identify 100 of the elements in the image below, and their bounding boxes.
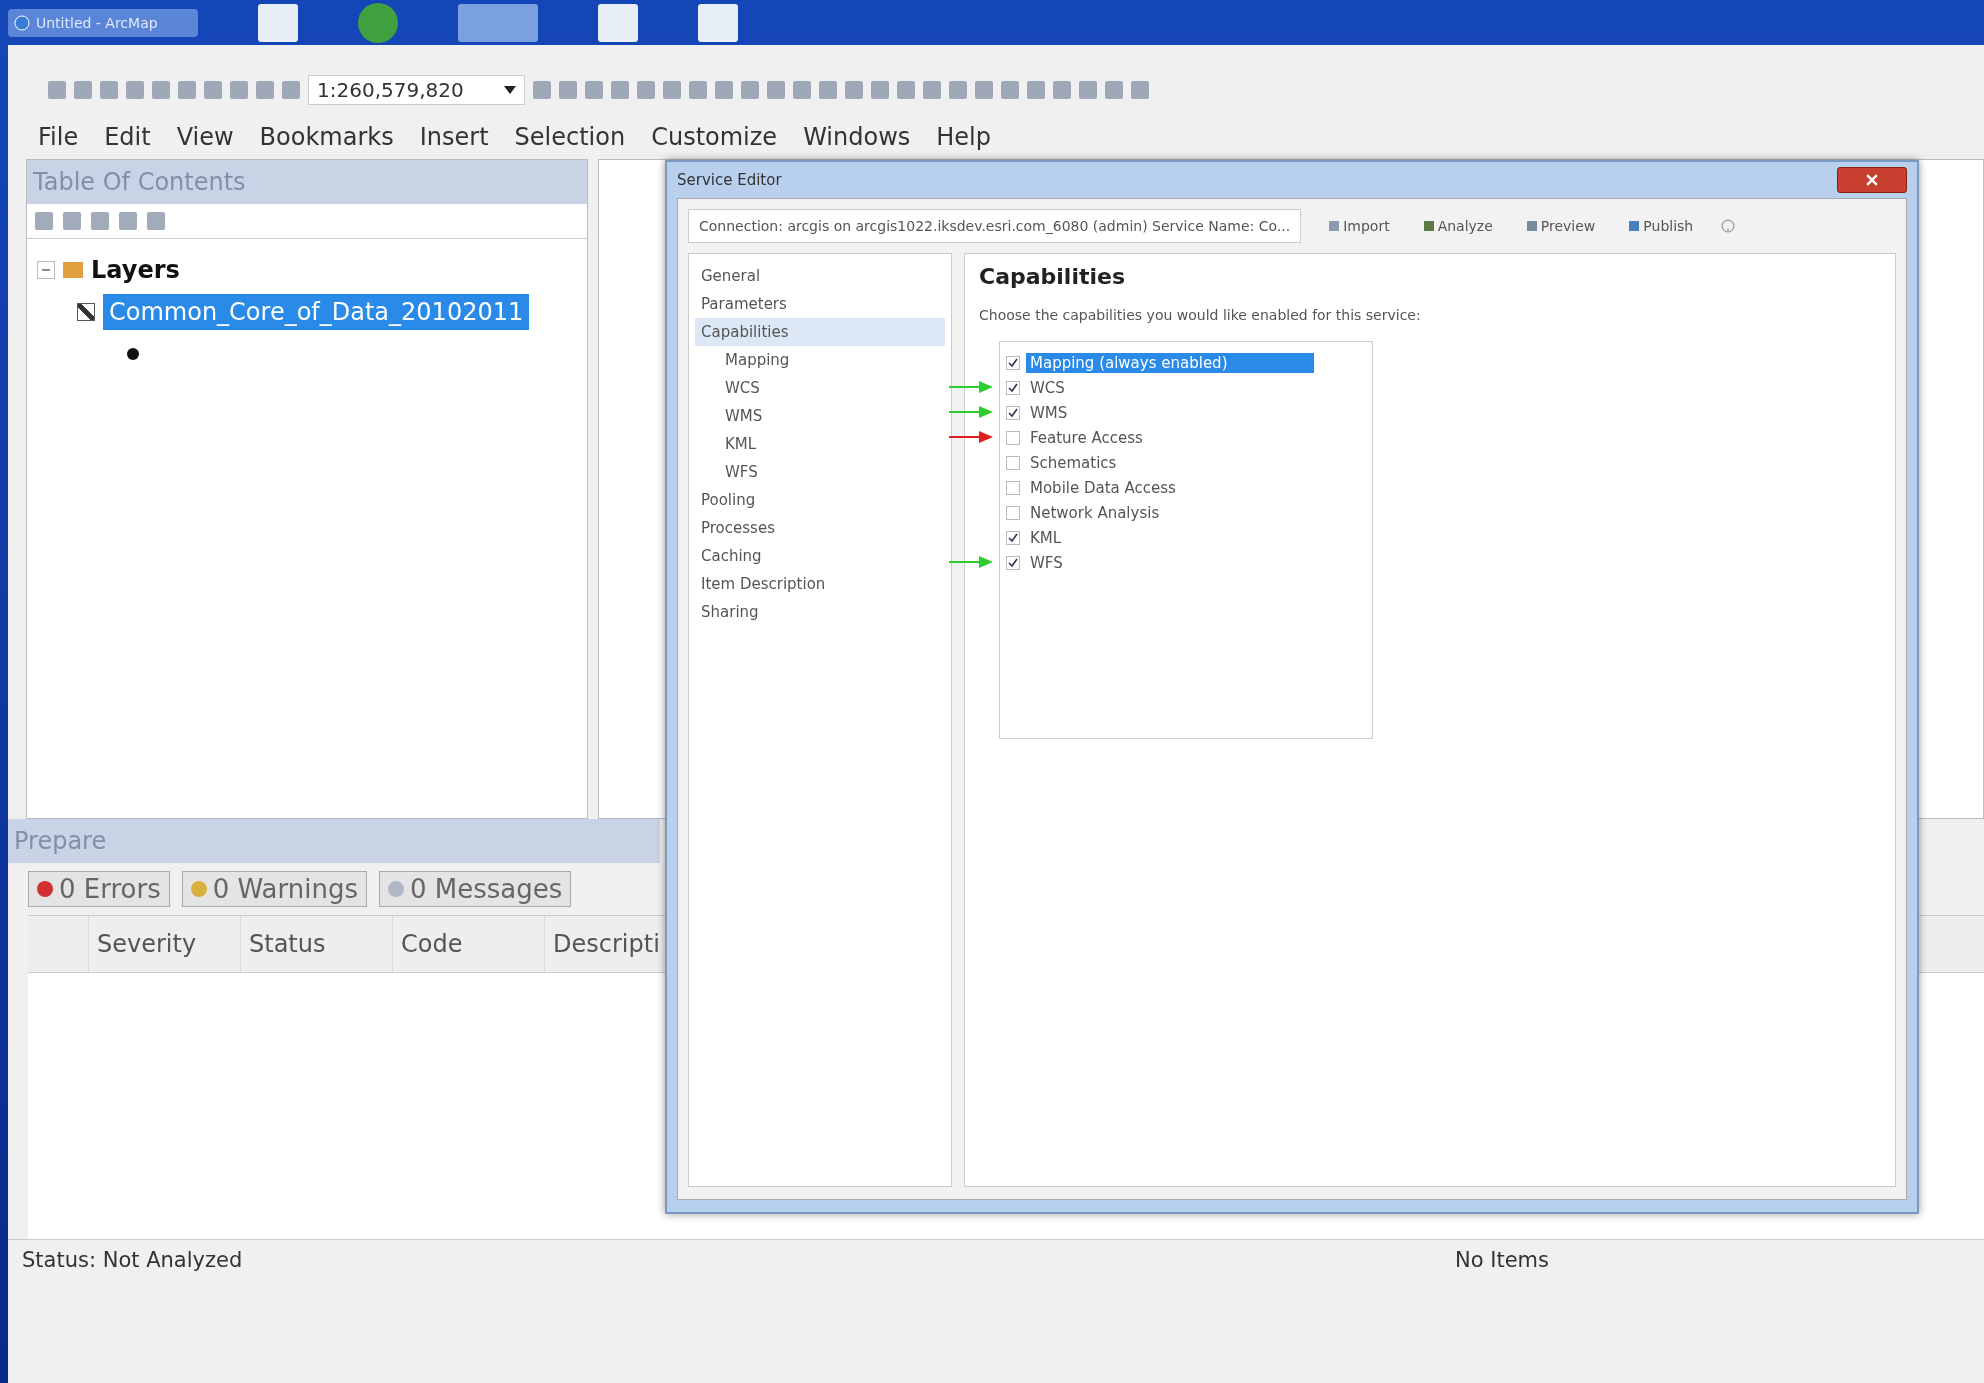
list-item[interactable]: KML (1026, 527, 1066, 548)
tool-icon[interactable] (818, 81, 837, 99)
tool-icon[interactable] (922, 81, 941, 99)
tool-icon[interactable] (870, 81, 889, 99)
nav-item[interactable]: Caching (695, 542, 945, 570)
tool-icon[interactable] (178, 81, 196, 99)
help-icon[interactable] (1721, 219, 1736, 233)
toolbar-button[interactable]: Analyze (1417, 217, 1499, 235)
menu-item[interactable]: Help (936, 123, 991, 151)
column-header[interactable]: Status (240, 916, 392, 972)
nav-item[interactable]: WFS (695, 458, 945, 486)
tool-icon[interactable] (740, 81, 759, 99)
menu-item[interactable]: Insert (419, 123, 489, 151)
tool-icon[interactable] (35, 212, 53, 230)
list-item[interactable]: Mobile Data Access (1026, 477, 1180, 498)
list-item[interactable]: WCS (1026, 377, 1069, 398)
checkbox[interactable] (1006, 380, 1020, 395)
tool-icon[interactable] (1130, 81, 1149, 99)
checkbox[interactable] (77, 303, 95, 321)
checkbox[interactable] (1006, 430, 1020, 445)
tool-icon[interactable] (126, 81, 144, 99)
list-item[interactable]: Mapping (always enabled) (1026, 352, 1314, 373)
tool-icon[interactable] (584, 81, 603, 99)
document-icon[interactable] (697, 3, 738, 42)
toolbar-button[interactable]: Publish (1623, 217, 1700, 235)
document-icon[interactable] (597, 3, 638, 42)
list-item[interactable]: Feature Access (1026, 427, 1147, 448)
tool-icon[interactable] (1026, 81, 1045, 99)
nav-item[interactable]: KML (695, 430, 945, 458)
nav-item[interactable]: WMS (695, 402, 945, 430)
nav-item[interactable]: Capabilities (695, 318, 945, 346)
filter-button[interactable]: 0 Messages (379, 871, 572, 907)
checkbox[interactable] (1006, 455, 1020, 470)
nav-item[interactable]: Parameters (695, 290, 945, 318)
tool-icon[interactable] (91, 212, 109, 230)
window-thumbnail-icon[interactable] (457, 3, 538, 42)
tool-icon[interactable] (688, 81, 707, 99)
tool-icon[interactable] (636, 81, 655, 99)
checkbox[interactable] (1006, 555, 1020, 570)
checkbox[interactable] (1006, 405, 1020, 420)
tool-icon[interactable] (792, 81, 811, 99)
list-item[interactable]: Network Analysis (1026, 502, 1164, 523)
column-header[interactable]: Code (392, 916, 544, 972)
nav-item[interactable]: General (695, 262, 945, 290)
tool-icon[interactable] (256, 81, 274, 99)
tool-icon[interactable] (100, 81, 118, 99)
tool-icon[interactable] (152, 81, 170, 99)
tool-icon[interactable] (147, 212, 165, 230)
tool-icon[interactable] (896, 81, 915, 99)
list-item[interactable]: Schematics (1026, 452, 1121, 473)
tool-icon[interactable] (204, 81, 222, 99)
toolbar-button[interactable]: Preview (1520, 217, 1602, 235)
tool-icon[interactable] (844, 81, 863, 99)
nav-item[interactable]: Mapping (695, 346, 945, 374)
menu-item[interactable]: Edit (104, 123, 151, 151)
close-button[interactable] (1837, 167, 1907, 193)
tool-icon[interactable] (1052, 81, 1071, 99)
filter-button[interactable]: 0 Errors (28, 871, 170, 907)
list-item[interactable]: WFS (1026, 552, 1067, 573)
tool-icon[interactable] (558, 81, 577, 99)
menu-item[interactable]: Selection (514, 123, 626, 151)
nav-item[interactable]: WCS (695, 374, 945, 402)
tool-icon[interactable] (766, 81, 785, 99)
list-item[interactable]: WMS (1026, 402, 1072, 423)
tool-icon[interactable] (230, 81, 248, 99)
layer-item[interactable]: Common_Core_of_Data_20102011 (103, 294, 530, 330)
tool-icon[interactable] (282, 81, 300, 99)
tool-icon[interactable] (119, 212, 137, 230)
menu-item[interactable]: File (38, 123, 79, 151)
tool-icon[interactable] (1104, 81, 1123, 99)
tool-icon[interactable] (974, 81, 993, 99)
menu-item[interactable]: Bookmarks (259, 123, 394, 151)
checkbox[interactable] (1006, 355, 1020, 370)
checkbox[interactable] (1006, 480, 1020, 495)
tool-icon[interactable] (48, 81, 66, 99)
column-header[interactable]: Severity (88, 916, 240, 972)
tool-icon[interactable] (74, 81, 92, 99)
tool-icon[interactable] (610, 81, 629, 99)
nav-item[interactable]: Pooling (695, 486, 945, 514)
menu-item[interactable]: Windows (803, 123, 911, 151)
tool-icon[interactable] (63, 212, 81, 230)
tree-item[interactable]: Layers (91, 256, 180, 284)
app-icon[interactable] (357, 2, 398, 43)
tool-icon[interactable] (714, 81, 733, 99)
scale-field[interactable]: 1:260,579,820 (308, 75, 525, 105)
menu-item[interactable]: Customize (651, 123, 778, 151)
toolbar-button[interactable]: Import (1323, 217, 1396, 235)
filter-button[interactable]: 0 Warnings (181, 871, 367, 907)
nav-item[interactable]: Sharing (695, 598, 945, 626)
tool-icon[interactable] (532, 81, 551, 99)
menu-item[interactable]: View (176, 123, 234, 151)
checkbox[interactable] (1006, 505, 1020, 520)
tool-icon[interactable] (1078, 81, 1097, 99)
tool-icon[interactable] (948, 81, 967, 99)
tool-icon[interactable] (662, 81, 681, 99)
nav-item[interactable]: Item Description (695, 570, 945, 598)
nav-item[interactable]: Processes (695, 514, 945, 542)
tool-icon[interactable] (1000, 81, 1019, 99)
document-icon[interactable] (257, 3, 298, 42)
collapse-icon[interactable] (37, 261, 55, 279)
